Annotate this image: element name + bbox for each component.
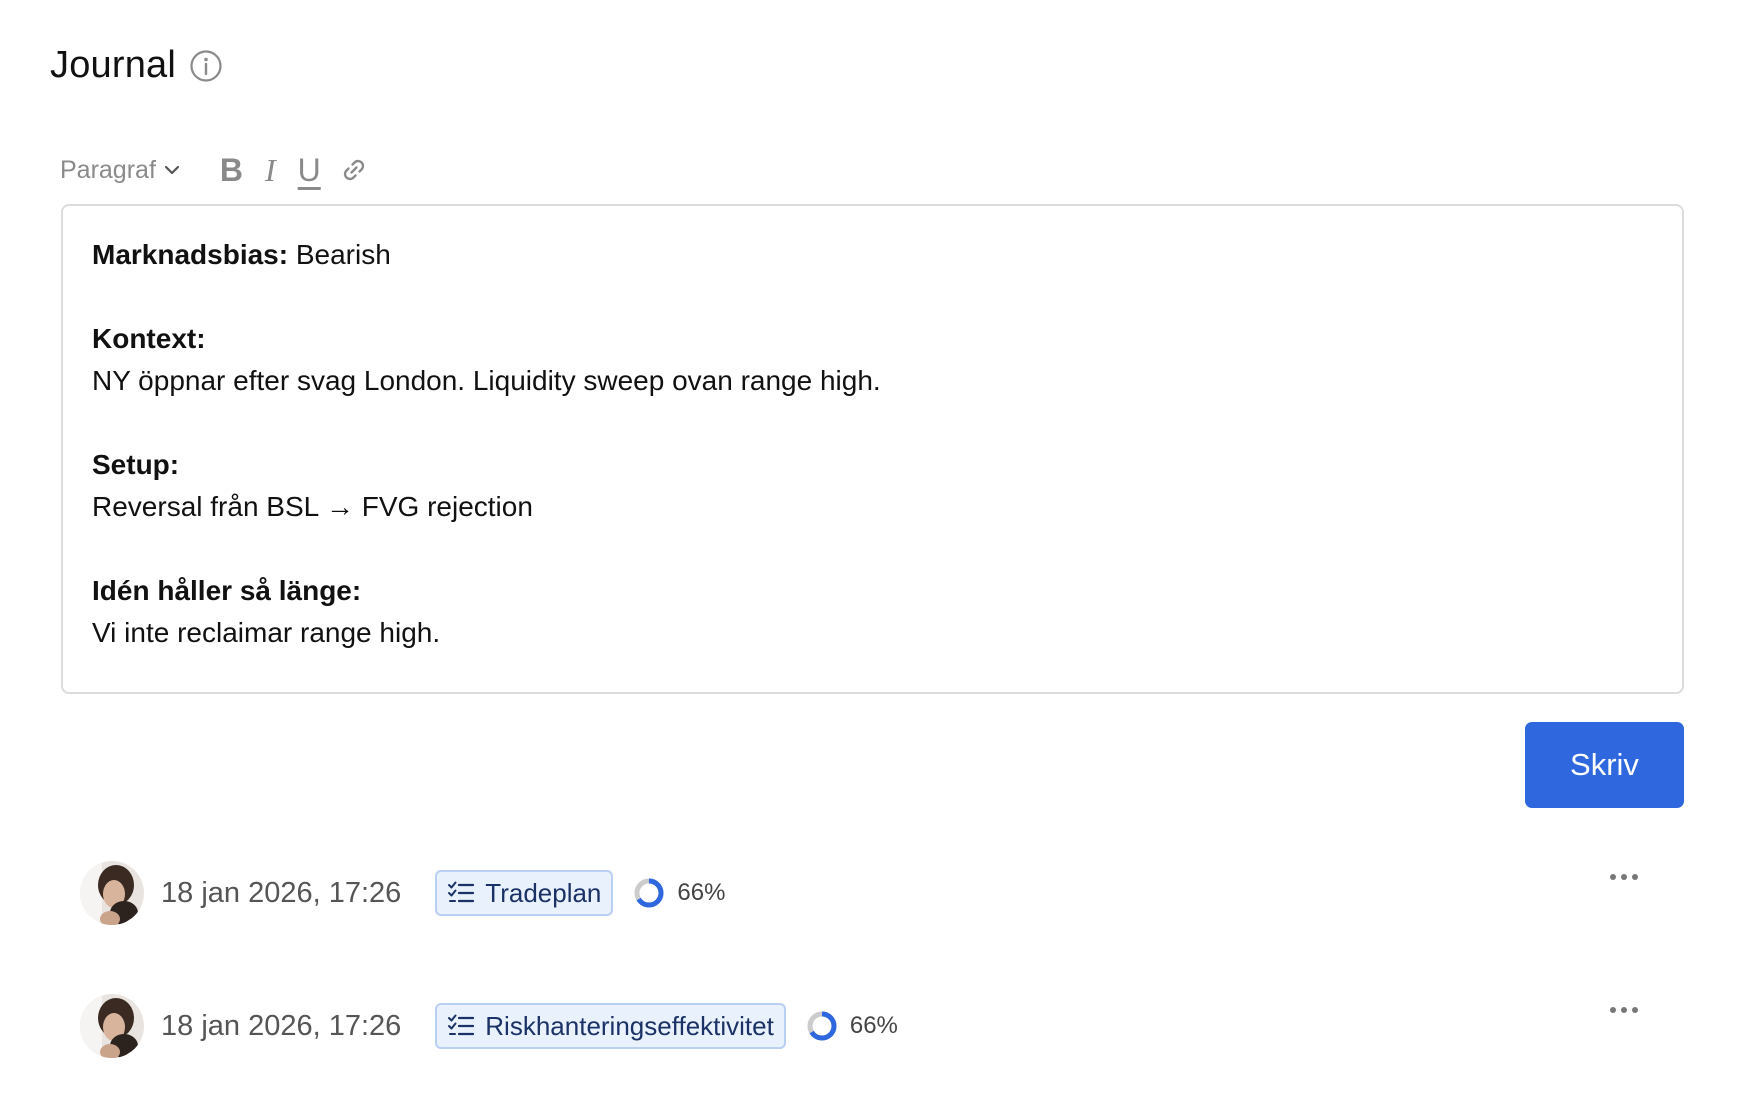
link-icon [343, 159, 364, 181]
paragraph-style-select[interactable]: Paragraf [60, 156, 182, 185]
avatar [80, 861, 144, 925]
submit-button[interactable]: Skriv [1525, 722, 1684, 808]
setup-text: Reversal från BSL → FVG rejection [92, 491, 533, 522]
info-icon[interactable] [189, 49, 223, 83]
title-row: Journal [50, 44, 223, 87]
chevron-down-icon [164, 165, 179, 175]
journal-entry: 18 jan 2026, 17:26 Tradeplan 66% [80, 858, 1660, 928]
link-button[interactable] [321, 150, 369, 190]
idea-label: Idén håller så länge: [92, 575, 362, 606]
idea-text: Vi inte reclaimar range high. [92, 617, 441, 648]
progress-indicator: 66% [806, 1010, 898, 1042]
progress-indicator: 66% [633, 877, 725, 909]
more-options-button[interactable] [1604, 995, 1644, 1025]
progress-ring-icon [634, 878, 664, 908]
page-title: Journal [50, 44, 177, 86]
progress-percent: 66% [849, 1012, 898, 1039]
tag-label: Riskhanteringseffektivitet [485, 1010, 774, 1041]
context-label: Kontext: [92, 323, 206, 354]
bold-button[interactable]: B [220, 150, 243, 190]
setup-label: Setup: [92, 449, 180, 480]
avatar [80, 994, 144, 1058]
tag-label: Tradeplan [485, 877, 602, 908]
progress-percent: 66% [677, 879, 726, 906]
checklist-icon [448, 881, 475, 903]
bias-label: Marknadsbias: [92, 239, 289, 270]
italic-button[interactable]: I [265, 150, 276, 190]
journal-editor[interactable]: Marknadsbias: Bearish Kontext: NY öppnar… [61, 204, 1684, 694]
more-options-button[interactable] [1604, 862, 1644, 892]
entry-timestamp: 18 jan 2026, 17:26 [161, 876, 402, 909]
journal-page: Journal Paragraf B I U Marknadsbias: Bea… [0, 0, 1740, 1118]
progress-ring-icon [807, 1011, 837, 1041]
checklist-icon [448, 1014, 475, 1036]
ellipsis-icon [1610, 1007, 1638, 1013]
paragraph-style-label: Paragraf [60, 155, 156, 184]
journal-entry: 18 jan 2026, 17:26 Riskhanteringseffekti… [80, 991, 1660, 1061]
editor-toolbar: Paragraf B I U [60, 150, 369, 190]
context-text: NY öppnar efter svag London. Liquidity s… [92, 365, 881, 396]
entry-timestamp: 18 jan 2026, 17:26 [161, 1009, 402, 1042]
editor-line-bias: Marknadsbias: Bearish [92, 234, 1653, 276]
tag-riskhanteringseffektivitet[interactable]: Riskhanteringseffektivitet [435, 1003, 786, 1049]
tag-tradeplan[interactable]: Tradeplan [435, 870, 614, 916]
ellipsis-icon [1610, 874, 1638, 880]
bias-value: Bearish [295, 239, 391, 270]
underline-button[interactable]: U [298, 150, 321, 190]
